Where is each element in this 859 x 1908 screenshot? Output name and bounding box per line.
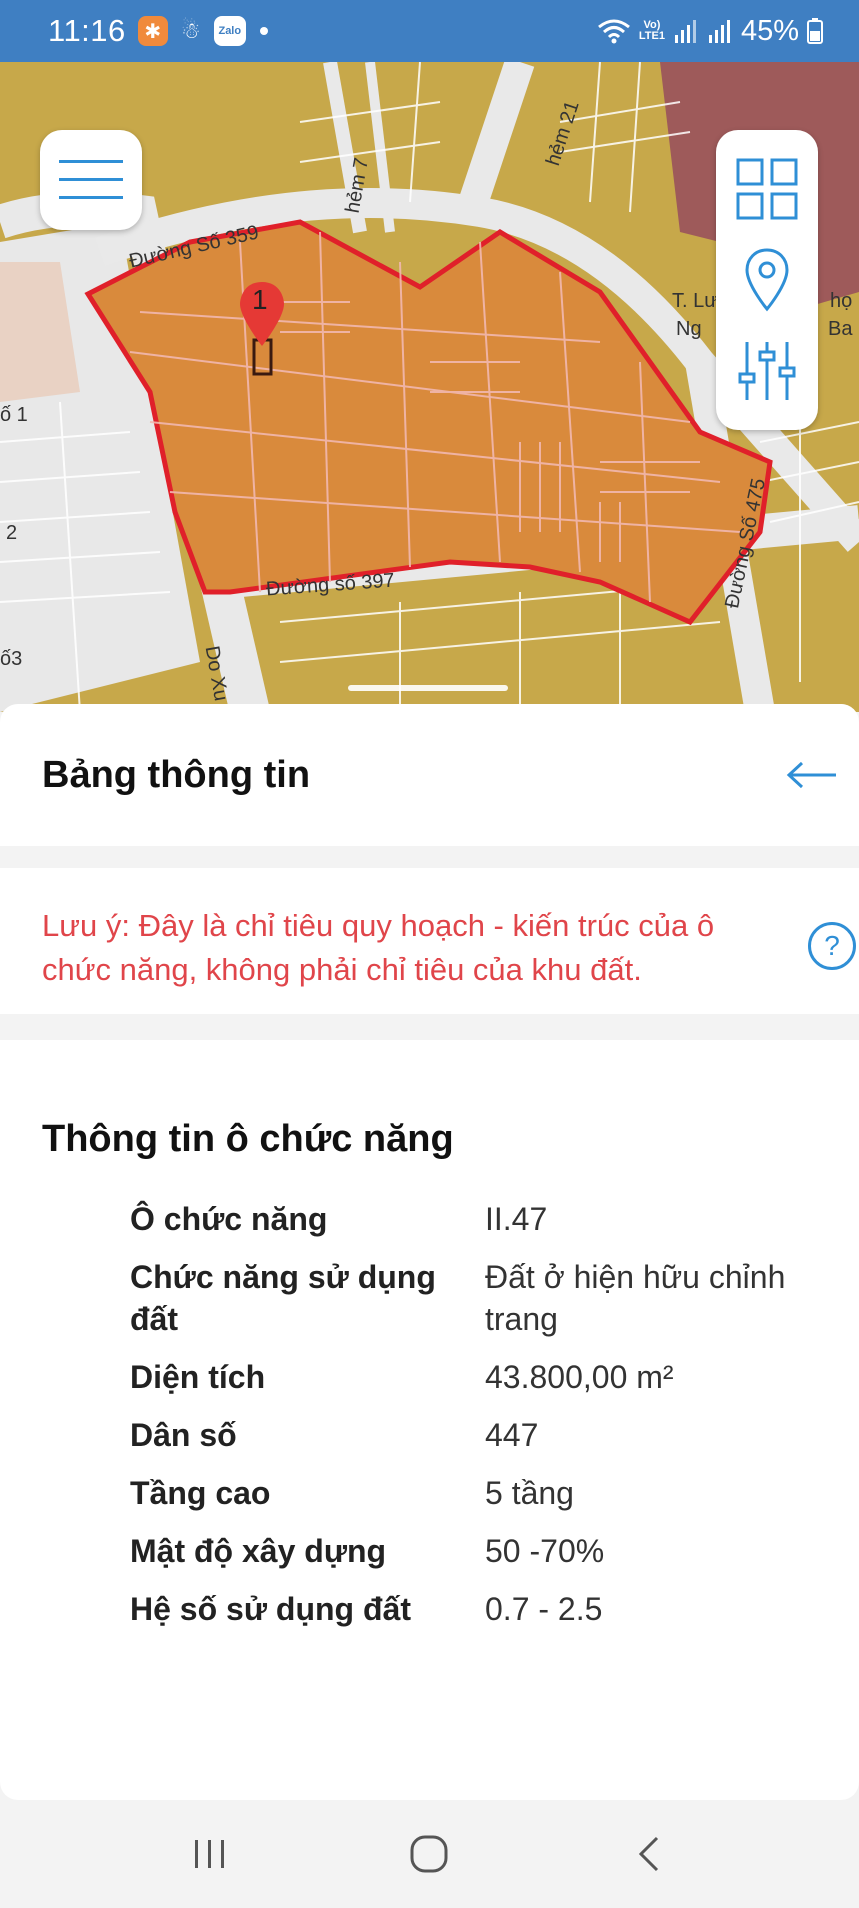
row-label: Diện tích [130,1359,266,1395]
lte-label: LTE1 [638,30,665,42]
info-sheet: Bảng thông tin Lưu ý: Đây là chỉ tiêu qu… [0,704,859,1800]
sliders-icon [738,341,796,400]
signal-icon [674,20,696,43]
recent-apps-button[interactable] [170,1824,250,1884]
status-time: 11:16 [48,13,126,48]
wifi-icon [597,19,630,44]
functional-cell-info: Thông tin ô chức năng Ô chức năng II.47 … [0,1040,859,1800]
table-row: Dân số 447 [130,1414,840,1456]
row-value: 0.7 - 2.5 [485,1591,603,1627]
row-value: 50 -70% [485,1533,605,1569]
row-value: II.47 [485,1201,548,1237]
back-icon [639,1836,659,1872]
hamburger-menu-icon [59,160,123,199]
map-marker-label: 1 [252,284,268,315]
row-label: Chức năng sử dụng đất [130,1259,436,1337]
info-title: Thông tin ô chức năng [42,1118,454,1160]
status-bar: 11:16 ✱ ☃ Zalo Vo) LTE1 45% [0,0,859,62]
map-poi-label: họ [830,290,853,312]
back-nav-button[interactable] [609,1824,689,1884]
road-label: 2 [6,522,18,544]
row-label: Ô chức năng [130,1201,328,1237]
system-icons: Vo) LTE1 45% [597,15,823,48]
row-value: 43.800,00 m² [485,1359,674,1395]
battery-icon [807,18,823,44]
table-row: Diện tích 43.800,00 m² [130,1356,840,1398]
row-label: Dân số [130,1417,237,1453]
battery-percent: 45% [740,14,799,47]
map-view[interactable]: 1 Đường Số 359 Đường số 397 Do Xu hẻm 21… [0,62,859,712]
row-value: Đất ở hiện hữu chỉnh trang [485,1259,786,1337]
person-notification-icon: ☃ [180,18,201,43]
row-label: Mật độ xây dựng [130,1533,387,1569]
arrow-left-icon [786,761,836,789]
app-root: 11:16 ✱ ☃ Zalo Vo) LTE1 45% 1 Đường Số 3… [0,0,859,1908]
table-row: Hệ số sử dụng đất 0.7 - 2.5 [130,1588,840,1630]
map-poi-label: Ba [828,318,853,340]
table-row: Mật độ xây dựng 50 -70% [130,1530,840,1572]
home-icon [410,1835,448,1873]
home-button[interactable] [389,1824,469,1884]
table-row: Tầng cao 5 tầng [130,1472,840,1514]
row-value: 5 tầng [485,1475,574,1511]
table-row: Chức năng sử dụng đất Đất ở hiện hữu chỉ… [130,1256,840,1340]
signal-icon-2 [708,20,730,43]
volte-indicator: Vo) LTE1 [639,20,665,42]
more-notifications-dot [259,27,268,35]
orange-app-icon: ✱ [137,16,168,46]
road-label: ố3 [0,648,23,670]
map-tools-panel [716,130,818,430]
sheet-drag-handle[interactable] [348,685,508,691]
road-label: ố 1 [0,404,28,426]
location-button[interactable] [732,245,802,315]
map-poi-label: Ng [676,318,702,340]
table-row: Ô chức năng II.47 [130,1198,840,1240]
filter-button[interactable] [732,336,802,406]
system-nav-bar [0,1800,859,1908]
grid-view-button[interactable] [732,154,802,224]
grid-view-icon [736,158,798,220]
zalo-icon: Zalo [213,16,246,46]
location-pin-icon [745,248,789,312]
sheet-header: Bảng thông tin [0,704,859,846]
recent-apps-icon [194,1840,224,1868]
help-icon[interactable]: ? [808,922,856,970]
row-label: Tầng cao [130,1475,271,1511]
back-button[interactable] [782,748,842,802]
notice-text: Lưu ý: Đây là chỉ tiêu quy hoạch - kiến … [42,908,715,987]
notification-icons: ✱ ☃ Zalo [137,16,268,46]
row-label: Hệ số sử dụng đất [130,1591,411,1627]
menu-button[interactable] [40,130,142,230]
planning-notice: Lưu ý: Đây là chỉ tiêu quy hoạch - kiến … [0,868,859,1014]
info-table: Ô chức năng II.47 Chức năng sử dụng đất … [130,1198,840,1646]
sheet-title: Bảng thông tin [42,754,311,796]
row-value: 447 [485,1417,539,1453]
